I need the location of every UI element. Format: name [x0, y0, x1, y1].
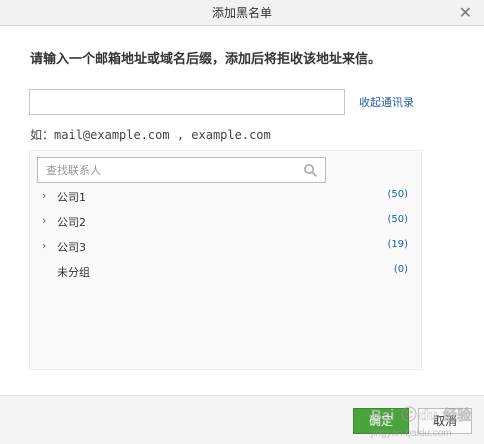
contact-search-input[interactable] [38, 158, 309, 182]
dialog-title-bar: 添加黑名单 ✕ [0, 0, 484, 26]
example-hint: 如：mail@example.com , example.com [30, 126, 271, 143]
svg-text:du: du [419, 407, 437, 424]
close-icon[interactable]: ✕ [459, 3, 472, 22]
group-count: (19) [387, 239, 408, 250]
contacts-panel: › 公司1 (50) › 公司2 (50) › 公司3 (19) 未分组 (0) [29, 150, 422, 370]
contact-group-ungrouped[interactable]: 未分组 (0) [42, 263, 408, 281]
contact-group-company2[interactable]: › 公司2 (50) [42, 213, 408, 231]
instruction-text: 请输入一个邮箱地址或域名后缀，添加后将拒收该地址来信。 [30, 52, 382, 67]
svg-text:jingyan.baidu.com: jingyan.baidu.com [370, 428, 452, 439]
example-text: mail@example.com , example.com [54, 128, 271, 142]
group-name: 公司1 [57, 191, 86, 204]
svg-text:Bai: Bai [371, 407, 394, 424]
contact-search-box[interactable] [37, 157, 326, 183]
example-prefix: 如： [30, 128, 55, 142]
email-input[interactable] [29, 89, 345, 115]
group-count: (50) [387, 214, 408, 225]
group-count: (50) [387, 189, 408, 200]
contact-group-company3[interactable]: › 公司3 (19) [42, 238, 408, 256]
search-icon[interactable] [303, 163, 317, 177]
group-name: 公司2 [57, 216, 86, 229]
svg-text:经验: 经验 [443, 407, 472, 424]
chevron-right-icon: › [42, 239, 47, 252]
group-name: 公司3 [57, 241, 86, 254]
chevron-right-icon: › [42, 189, 47, 202]
dialog-title: 添加黑名单 [211, 6, 272, 20]
chevron-right-icon: › [42, 214, 47, 227]
group-count: (0) [393, 264, 408, 275]
collapse-contacts-link[interactable]: 收起通讯录 [359, 94, 414, 110]
group-name: 未分组 [57, 266, 90, 279]
baidu-jingyan-watermark: Bai du 经验 jingyan.baidu.com [370, 406, 472, 439]
contact-group-company1[interactable]: › 公司1 (50) [42, 188, 408, 206]
